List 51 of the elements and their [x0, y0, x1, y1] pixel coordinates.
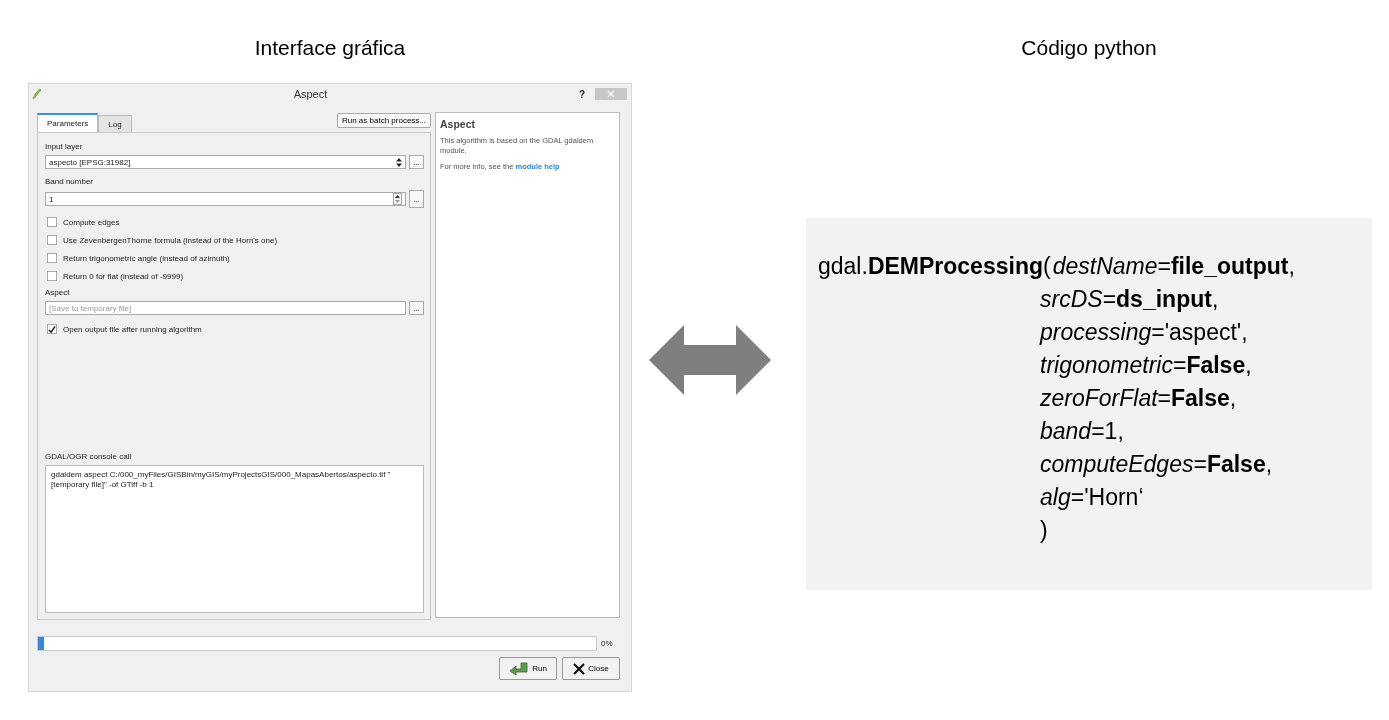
pencil-icon: [32, 88, 42, 100]
code-line: ): [1039, 516, 1049, 545]
code-line: computeEdges=False,: [1039, 450, 1274, 479]
checkbox[interactable]: [47, 324, 57, 334]
console-command: gdaldem aspect C:/000_myFiles/GISBin/myGIS/myProjectsGIS/000_MapasAbertos/aspecto.tif "[temporary file]" -of GTiff -b 1: [51, 470, 391, 489]
browse-button[interactable]: ...: [409, 155, 424, 169]
checkbox[interactable]: [47, 235, 57, 245]
code-line: alg='Horn‘: [1039, 483, 1145, 512]
window-title: Aspect: [292, 88, 329, 100]
tab[interactable]: Parameters: [37, 113, 99, 132]
output-file-field[interactable]: [Save to temporary file]: [45, 301, 406, 315]
double-arrow-icon: [649, 325, 771, 395]
spin-arrows-icon: [393, 193, 402, 205]
checkbox[interactable]: [47, 271, 57, 281]
updown-icon: [396, 157, 402, 167]
checkbox-label: Use ZevenbergenThorne formula (instead of the Horn's one): [63, 235, 278, 245]
checkbox[interactable]: [47, 253, 57, 263]
heading: Interface gráfica: [253, 35, 407, 61]
field-label: Aspect: [45, 288, 71, 297]
number-spinbox[interactable]: 1: [45, 192, 406, 206]
arrow-icon: [509, 661, 530, 676]
console-text-area[interactable]: gdaldem aspect C:/000_myFiles/GISBin/myGIS/myProjectsGIS/000_MapasAbertos/aspecto.tif "[temporary file]" -of GTiff -b 1: [45, 465, 424, 613]
close-icon: [607, 90, 615, 98]
field-label: Input layer: [45, 142, 84, 151]
code-line: srcDS=ds_input,: [1039, 285, 1220, 314]
checkbox-label: Compute edges: [63, 217, 120, 227]
code-line: band=1,: [1039, 417, 1125, 446]
browse-button[interactable]: ...: [409, 190, 424, 208]
code-line: zeroForFlat=False,: [1039, 384, 1238, 413]
heading: Código python: [1020, 35, 1158, 61]
field-label: Band number: [45, 177, 95, 186]
close-button[interactable]: Close: [562, 657, 620, 680]
tab[interactable]: Log: [98, 115, 132, 132]
code-line: destName=file_output,: [1052, 253, 1295, 279]
run-button[interactable]: Run: [499, 657, 557, 680]
code-line: processing='aspect',: [1038, 318, 1249, 347]
console-label: GDAL/OGR console call: [45, 452, 133, 461]
checkbox-label: Return trigonometric angle (instead of azimuth): [63, 253, 230, 263]
help-title: Aspect: [440, 118, 476, 130]
code-line: gdal.DEMProcessing(: [818, 253, 1051, 279]
layer-select[interactable]: aspecto [EPSG:31982]: [45, 155, 406, 169]
checkbox-label: Return 0 for flat (instead of -9999): [63, 271, 184, 281]
progress-percent: 0%: [601, 639, 613, 648]
code-line: trigonometric=False,: [1039, 351, 1253, 380]
help-button[interactable]: ?: [578, 88, 585, 100]
close-window-button[interactable]: [595, 88, 627, 100]
browse-button[interactable]: ...: [409, 301, 424, 315]
checkbox[interactable]: [47, 217, 57, 227]
checkbox-label: Open output file after running algorithm: [63, 324, 202, 334]
batch-process-button[interactable]: Run as batch process...: [336, 113, 431, 128]
close-icon: [573, 662, 586, 675]
